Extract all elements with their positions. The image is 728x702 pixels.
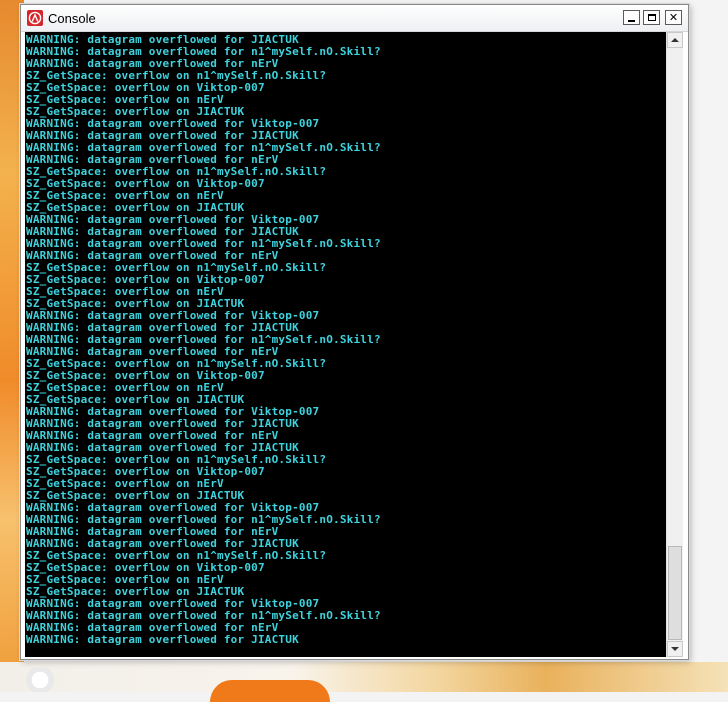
desktop-background-bottom <box>0 662 728 702</box>
console-log: WARNING: datagram overflowed for JIACTUK… <box>25 32 666 646</box>
minimize-button[interactable] <box>623 10 640 25</box>
orange-decoration <box>210 680 330 702</box>
console-line: WARNING: datagram overflowed for JIACTUK <box>26 633 299 646</box>
window-title: Console <box>48 11 96 26</box>
scroll-up-button[interactable] <box>667 32 683 48</box>
console-window: Console ✕ WARNING: datagram overflowed f… <box>20 4 689 660</box>
app-icon[interactable] <box>27 10 43 26</box>
maximize-icon <box>647 14 656 21</box>
half-life-lambda-icon <box>28 11 42 25</box>
scroll-down-button[interactable] <box>667 641 683 657</box>
flower-decoration <box>20 668 60 692</box>
console-output[interactable]: WARNING: datagram overflowed for JIACTUK… <box>25 32 666 657</box>
desktop-background-right <box>690 0 728 662</box>
minimize-icon <box>628 19 635 22</box>
maximize-button[interactable] <box>643 10 660 25</box>
arrow-up-icon <box>671 38 679 42</box>
title-bar[interactable]: Console ✕ <box>21 5 688 32</box>
arrow-down-icon <box>671 647 679 651</box>
close-icon: ✕ <box>668 11 679 24</box>
scrollbar-thumb[interactable] <box>668 546 682 640</box>
vertical-scrollbar[interactable] <box>666 32 683 657</box>
close-button[interactable]: ✕ <box>665 10 682 25</box>
